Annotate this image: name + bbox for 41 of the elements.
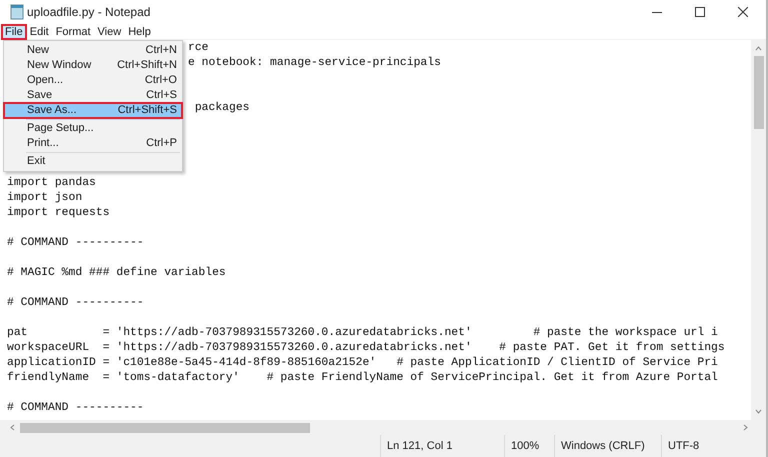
scrollbar-thumb[interactable] <box>754 56 764 129</box>
scroll-down-icon <box>755 409 762 414</box>
scroll-right-icon <box>743 424 748 431</box>
code-line: friendlyName = 'toms-datafactory' # paste FriendlyName of ServicePrincipal. Get it from Azure Portal <box>7 372 718 384</box>
close-icon <box>738 7 748 17</box>
menu-item[interactable]: Print... Ctrl+P <box>4 136 182 151</box>
menu-item[interactable]: Save Ctrl+S <box>4 88 182 103</box>
menu-item[interactable]: Open... Ctrl+O <box>4 73 182 88</box>
menu-item[interactable]: Page Setup... <box>4 121 182 136</box>
status-text: 100% <box>511 438 540 454</box>
code-line: rce <box>188 42 209 54</box>
menu-item[interactable]: Exit <box>4 154 182 169</box>
code-line: import json <box>7 192 82 204</box>
code-line: workspaceURL = 'https://adb-7037989315573260.0.azuredatabricks.net' # paste PAT. Get it from settings <box>7 342 725 354</box>
status-text: Ln 121, Col 1 <box>387 438 452 454</box>
code-line: applicationID = 'c101e88e-5a45-414d-8f89-885160a2152e' # paste ApplicationID / ClientID of Service Pri <box>7 357 718 369</box>
menu-item[interactable]: Save As... Ctrl+Shift+S <box>4 103 182 118</box>
code-line: # COMMAND ---------- <box>7 237 144 249</box>
menu-item[interactable]: New Ctrl+N <box>4 43 182 58</box>
code-line: import pandas <box>7 177 96 189</box>
scrollbar-thumb[interactable] <box>20 422 310 432</box>
code-line: packages <box>194 102 250 114</box>
status-text: Windows (CRLF) <box>561 438 645 454</box>
menu-bar-item[interactable]: View <box>94 24 124 38</box>
status-text: UTF-8 <box>668 438 700 454</box>
code-line: # MAGIC %md ### define variables <box>7 267 226 279</box>
window-title: uploadfile.py - Notepad <box>27 4 150 21</box>
code-line: # COMMAND ---------- <box>7 402 144 414</box>
menu-bar-item[interactable]: Edit <box>26 24 52 38</box>
maximize-icon <box>695 7 705 17</box>
menu-bar-item[interactable]: Help <box>125 24 154 38</box>
code-line: # COMMAND ---------- <box>7 297 144 309</box>
notepad-icon <box>10 4 24 20</box>
code-line: e notebook: manage-service-principals <box>188 57 441 69</box>
menu-item[interactable]: New Window Ctrl+Shift+N <box>4 58 182 73</box>
menu-bar-item[interactable]: File <box>2 24 26 38</box>
menu-bar-item[interactable]: Format <box>52 24 94 38</box>
scroll-left-icon <box>10 424 15 431</box>
scroll-up-icon <box>755 46 762 51</box>
code-line: import requests <box>7 207 110 219</box>
code-line: pat = 'https://adb-7037989315573260.0.azuredatabricks.net' # paste the workspace url i <box>7 327 718 339</box>
